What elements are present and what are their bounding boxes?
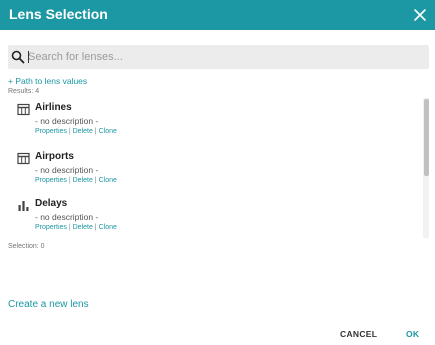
path-to-lens-values-link[interactable]: + Path to lens values <box>8 76 87 86</box>
properties-link[interactable]: Properties <box>35 224 67 231</box>
lens-actions: Properties | Delete | Clone <box>35 224 117 231</box>
selection-count: Selection: 0 <box>8 243 45 250</box>
search-bar <box>8 45 429 69</box>
lens-list: Airlines - no description - Properties |… <box>8 98 426 238</box>
lens-actions: Properties | Delete | Clone <box>35 128 117 135</box>
lens-actions: Properties | Delete | Clone <box>35 177 117 184</box>
clone-link[interactable]: Clone <box>99 177 117 184</box>
clone-link[interactable]: Clone <box>99 224 117 231</box>
delete-link[interactable]: Delete <box>73 177 93 184</box>
lens-item-delays[interactable]: Delays - no description - Properties | D… <box>8 194 408 238</box>
lens-description: - no description - <box>35 116 99 126</box>
text-caret <box>28 51 29 63</box>
results-count: Results: 4 <box>8 88 40 95</box>
table-icon <box>17 103 30 116</box>
delete-link[interactable]: Delete <box>73 128 93 135</box>
search-icon <box>11 50 25 64</box>
lens-description: - no description - <box>35 165 99 175</box>
clone-link[interactable]: Clone <box>99 128 117 135</box>
dialog-title: Lens Selection <box>9 6 108 22</box>
bar-chart-icon <box>18 201 29 211</box>
scrollbar-thumb[interactable] <box>424 99 429 176</box>
lens-item-airlines[interactable]: Airlines - no description - Properties |… <box>8 98 408 144</box>
close-icon[interactable] <box>411 6 429 24</box>
properties-link[interactable]: Properties <box>35 177 67 184</box>
ok-button[interactable]: OK <box>406 329 419 339</box>
search-input[interactable] <box>26 47 424 67</box>
cancel-button[interactable]: CANCEL <box>340 329 377 339</box>
lens-item-airports[interactable]: Airports - no description - Properties |… <box>8 147 408 193</box>
lens-name: Delays <box>35 198 68 209</box>
lens-name: Airports <box>35 151 74 162</box>
dialog-header: Lens Selection <box>0 0 435 30</box>
delete-link[interactable]: Delete <box>73 224 93 231</box>
properties-link[interactable]: Properties <box>35 128 67 135</box>
lens-description: - no description - <box>35 212 99 222</box>
lens-name: Airlines <box>35 102 72 113</box>
table-icon <box>17 152 30 165</box>
create-new-lens-link[interactable]: Create a new lens <box>8 299 89 310</box>
